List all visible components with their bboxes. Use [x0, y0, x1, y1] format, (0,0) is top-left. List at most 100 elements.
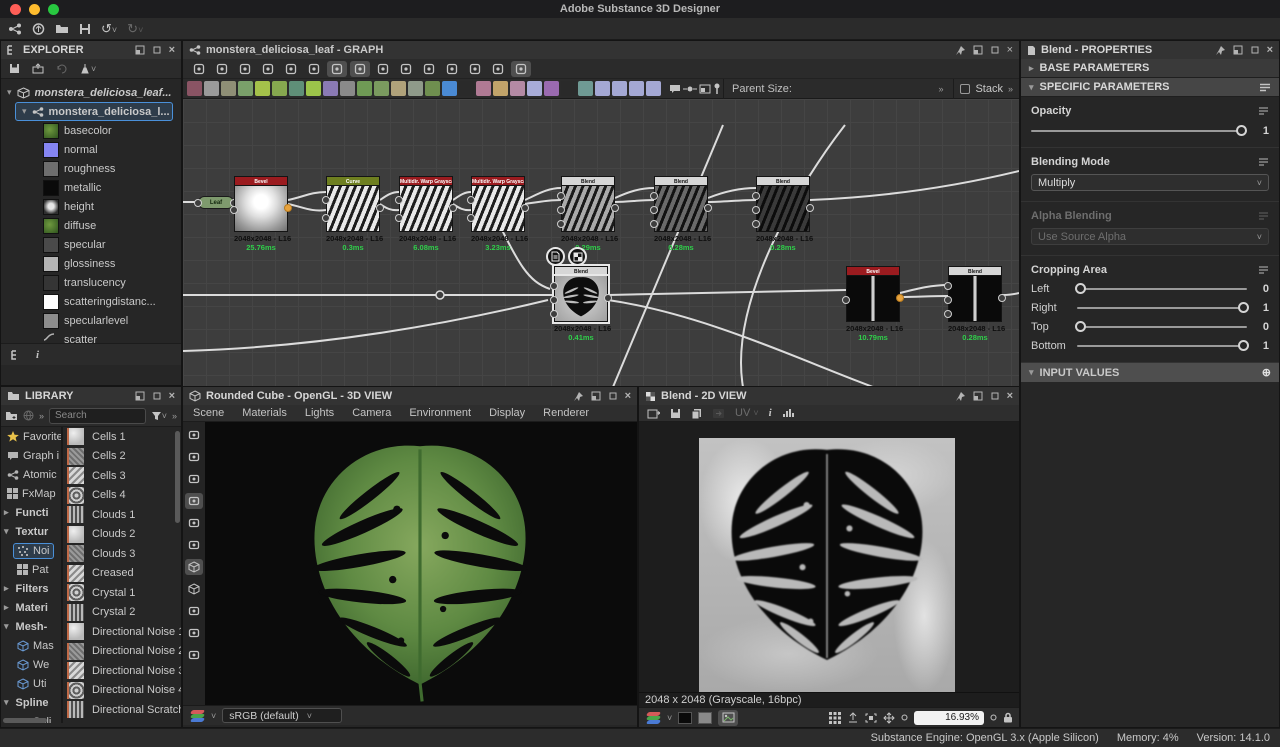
library-item[interactable]: Directional Noise 2 — [63, 642, 181, 662]
input-values-section[interactable]: ▾INPUT VALUES ⊕ — [1021, 363, 1279, 382]
library-category-filters[interactable]: ▸Filters — [1, 579, 61, 598]
export-image-icon[interactable] — [647, 408, 660, 419]
overflow-icon[interactable]: » — [39, 411, 44, 421]
web-icon[interactable] — [23, 410, 34, 421]
library-category-fxmap[interactable]: FxMap — [1, 484, 61, 503]
menu-scene[interactable]: Scene — [193, 407, 224, 419]
node-shortcut-12[interactable] — [374, 81, 389, 96]
node-output-dot[interactable] — [998, 294, 1006, 302]
library-category-favorite[interactable]: Favorite — [1, 427, 61, 446]
node-input-dot[interactable] — [395, 196, 403, 204]
graph-node-blend[interactable]: Blend2048x2048 - L160.29ms — [561, 176, 615, 252]
export-icon[interactable] — [32, 23, 45, 35]
node-shortcut-3[interactable] — [221, 81, 236, 96]
view3d-viewport[interactable] — [183, 422, 637, 705]
turntable-icon[interactable] — [185, 625, 203, 641]
overflow-icon[interactable]: » — [938, 84, 943, 94]
library-category-mesh[interactable]: ▾Mesh- — [1, 617, 61, 636]
output-row[interactable]: translucency — [1, 273, 181, 292]
graph-node-blend[interactable]: Blend2048x2048 - L160.28ms — [654, 176, 708, 252]
node-shortcut-16[interactable] — [442, 81, 457, 96]
dock-icon[interactable] — [135, 391, 145, 401]
node-input-dot[interactable] — [550, 310, 558, 318]
output-row[interactable]: roughness — [1, 159, 181, 178]
node-input-dot[interactable] — [550, 282, 558, 290]
output-row[interactable]: metallic — [1, 178, 181, 197]
node-shortcut-24[interactable] — [578, 81, 593, 96]
zoom-in-dot[interactable] — [990, 714, 997, 721]
dock-icon[interactable] — [591, 391, 601, 401]
node-shortcut-23[interactable] — [561, 81, 576, 96]
add-folder-icon[interactable] — [5, 411, 18, 421]
node-shortcut-18[interactable] — [476, 81, 491, 96]
marquee-select-icon[interactable] — [189, 61, 209, 77]
close-icon[interactable]: × — [625, 390, 631, 402]
specific-parameters-section[interactable]: ▾SPECIFIC PARAMETERS — [1021, 78, 1279, 97]
filter-icon[interactable]: ˅ — [151, 411, 167, 421]
output-row[interactable]: height — [1, 197, 181, 216]
uv-dropdown[interactable]: UV ˅ — [735, 407, 759, 419]
opacity-value[interactable]: 1 — [1255, 125, 1269, 137]
copy-image-icon[interactable] — [691, 408, 702, 419]
light-icon[interactable] — [185, 449, 203, 465]
package-row[interactable]: ▾ monstera_deliciosa_leaf... — [1, 83, 181, 102]
opacity-slider[interactable] — [1031, 130, 1245, 132]
library-item[interactable]: Cells 4 — [63, 486, 181, 506]
menu-display[interactable]: Display — [489, 407, 525, 419]
preset-icon[interactable] — [1258, 107, 1269, 115]
node-shortcut-8[interactable] — [306, 81, 321, 96]
library-category-textur[interactable]: ▾Textur — [1, 522, 61, 541]
pin-icon[interactable] — [955, 45, 966, 56]
menu-materials[interactable]: Materials — [242, 407, 287, 419]
histogram-icon[interactable] — [782, 408, 794, 418]
node-output-dot[interactable] — [376, 204, 384, 212]
library-item[interactable]: Clouds 3 — [63, 544, 181, 564]
stats-icon[interactable] — [185, 647, 203, 663]
overflow-icon[interactable]: » — [172, 411, 177, 421]
graph-node-blend[interactable]: Blend2048x2048 - L160.28ms — [948, 266, 1002, 342]
node-shortcut-14[interactable] — [408, 81, 423, 96]
snap-grid-icon[interactable] — [511, 61, 531, 77]
node-input-dot[interactable] — [557, 220, 565, 228]
node-output-dot[interactable] — [521, 204, 529, 212]
fit-view-icon[interactable] — [865, 713, 877, 723]
ground-plane-icon[interactable] — [185, 603, 203, 619]
clean-icon[interactable] — [488, 61, 508, 77]
zoom-level-field[interactable]: 16.93% — [914, 711, 984, 725]
graph-mode-icon[interactable] — [327, 61, 347, 77]
zoom-out-dot[interactable] — [901, 714, 908, 721]
chevron-down-icon[interactable]: ▾ — [22, 106, 27, 117]
cropping-value[interactable]: 1 — [1255, 302, 1269, 314]
dock-icon[interactable] — [1233, 45, 1243, 55]
menu-renderer[interactable]: Renderer — [543, 407, 589, 419]
cropping-slider[interactable] — [1077, 288, 1247, 290]
dot-node-icon[interactable] — [683, 86, 697, 92]
input-pill-node[interactable]: Leaf — [198, 196, 234, 209]
save-icon[interactable] — [79, 23, 91, 35]
link-create-icon[interactable] — [373, 61, 393, 77]
library-category-uti[interactable]: Uti — [1, 674, 61, 693]
wireframe-cube-icon[interactable] — [185, 581, 203, 597]
maximize-icon[interactable] — [152, 45, 162, 55]
node-shortcut-15[interactable] — [425, 81, 440, 96]
library-category-materi[interactable]: ▸Materi — [1, 598, 61, 617]
menu-environment[interactable]: Environment — [409, 407, 471, 419]
node-shortcut-10[interactable] — [340, 81, 355, 96]
link-display-icon[interactable] — [304, 61, 324, 77]
save-image-icon[interactable] — [670, 408, 681, 419]
node-output-dot[interactable] — [806, 204, 814, 212]
output-row[interactable]: specular — [1, 235, 181, 254]
transform-icon[interactable] — [712, 408, 725, 419]
cropping-value[interactable]: 0 — [1255, 321, 1269, 333]
node-input-dot[interactable] — [650, 220, 658, 228]
transform-icon[interactable] — [212, 61, 232, 77]
shaded-cube-icon[interactable] — [185, 559, 203, 575]
maximize-icon[interactable] — [608, 391, 618, 401]
node-2d-view-button[interactable] — [568, 247, 587, 266]
frame-icon[interactable] — [699, 84, 711, 94]
export-package-icon[interactable] — [32, 63, 44, 74]
preset-icon[interactable] — [1258, 266, 1269, 274]
node-shortcut-25[interactable] — [595, 81, 610, 96]
add-input-icon[interactable]: ⊕ — [1262, 366, 1271, 379]
maximize-icon[interactable] — [990, 391, 1000, 401]
